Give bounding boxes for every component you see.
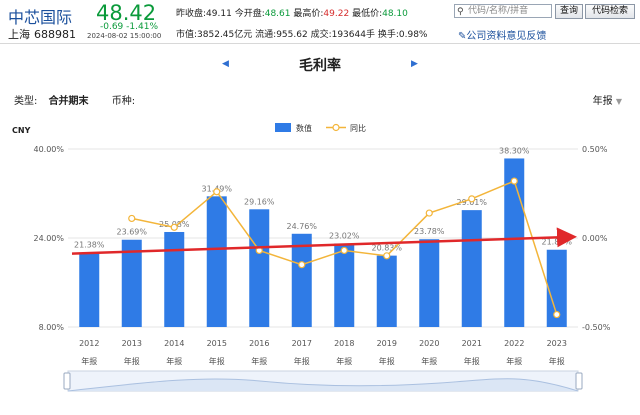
zoom-slider[interactable] <box>63 370 583 392</box>
x-tick-sublabel: 年报 <box>294 356 310 366</box>
x-tick-label: 2019 <box>377 339 397 348</box>
x-tick-sublabel: 年报 <box>166 356 182 366</box>
x-tick-sublabel: 年报 <box>336 356 352 366</box>
trend-line <box>71 227 577 255</box>
bar-value-label: 38.30% <box>499 146 530 155</box>
bar-value-label: 24.76% <box>286 222 317 231</box>
yoy-point <box>553 310 561 319</box>
left-tick-label: 8.00% <box>39 323 65 332</box>
bar-value-label: 29.16% <box>244 197 275 206</box>
bar <box>164 231 185 327</box>
legend-line-label: 同比 <box>350 123 366 133</box>
bar <box>291 233 312 327</box>
zoom-handle-left <box>63 372 71 390</box>
legend-line-marker <box>332 123 340 132</box>
x-tick-label: 2013 <box>122 339 142 348</box>
yoy-point <box>340 246 348 255</box>
x-tick-sublabel: 年报 <box>124 356 140 366</box>
yoy-point <box>170 223 178 231</box>
x-tick-label: 2020 <box>419 339 439 348</box>
right-tick-label: 0.50% <box>582 145 608 154</box>
right-tick-label: -0.50% <box>582 323 611 332</box>
legend-bar-label: 数值 <box>296 123 312 133</box>
bar <box>79 252 100 327</box>
bar <box>419 239 440 327</box>
bar <box>334 243 355 327</box>
x-tick-sublabel: 年报 <box>549 356 565 366</box>
bar <box>376 255 397 327</box>
x-tick-sublabel: 年报 <box>81 356 97 366</box>
x-tick-label: 2012 <box>79 339 99 348</box>
x-tick-label: 2014 <box>164 339 184 348</box>
x-tick-sublabel: 年报 <box>251 356 267 366</box>
trend-arrow <box>71 227 577 255</box>
legend-bar-swatch <box>275 123 291 132</box>
x-tick-label: 2021 <box>462 339 482 348</box>
yoy-point <box>213 188 221 196</box>
left-tick-label: 40.00% <box>33 145 64 154</box>
bar-labels: 21.38%23.69%25.08%31.49%29.16%24.76%23.0… <box>74 146 572 252</box>
right-tick-label: 0.00% <box>582 234 608 243</box>
x-tick-sublabel: 年报 <box>506 356 522 366</box>
chart-legend: 数值 同比 <box>275 123 366 133</box>
gross-margin-chart: 数值 同比 40.00% 24.00% 8.00% 0.50% 0.00% -0.50%… <box>33 123 611 392</box>
x-tick-sublabel: 年报 <box>379 356 395 366</box>
left-tick-label: 24.00% <box>33 234 64 243</box>
bar-value-label: 21.89% <box>541 238 572 247</box>
bar-value-label: 23.78% <box>414 227 445 236</box>
x-tick-sublabel: 年报 <box>209 356 225 366</box>
x-tick-label: 2017 <box>292 339 312 348</box>
bar <box>206 196 227 327</box>
zoom-handle-right <box>575 372 583 390</box>
x-tick-sublabel: 年报 <box>421 356 437 366</box>
x-tick-label: 2015 <box>207 339 227 348</box>
yoy-point <box>425 209 433 217</box>
left-axis: 40.00% 24.00% 8.00% <box>33 145 64 332</box>
x-tick-sublabel: 年报 <box>464 356 480 366</box>
x-tick-label: 2022 <box>504 339 524 348</box>
bar <box>249 209 270 327</box>
x-axis: 2012 年报 2013 年报 2014 年报 2015 年报 2016 年报 2017 年报 2018… <box>79 339 567 366</box>
right-axis: 0.50% 0.00% -0.50% <box>582 145 611 332</box>
yoy-point <box>383 252 391 260</box>
bar-value-label: 23.69% <box>116 228 147 237</box>
x-tick-label: 2023 <box>547 339 567 348</box>
yoy-point <box>298 261 306 269</box>
yoy-point <box>510 177 518 185</box>
bar-value-label: 23.02% <box>329 231 360 240</box>
x-tick-label: 2016 <box>249 339 269 348</box>
yoy-point <box>128 214 136 223</box>
yoy-point <box>468 195 476 203</box>
bar-series <box>79 158 567 327</box>
x-tick-label: 2018 <box>334 339 354 348</box>
bar <box>461 210 482 327</box>
bar-value-label: 21.38% <box>74 241 105 250</box>
